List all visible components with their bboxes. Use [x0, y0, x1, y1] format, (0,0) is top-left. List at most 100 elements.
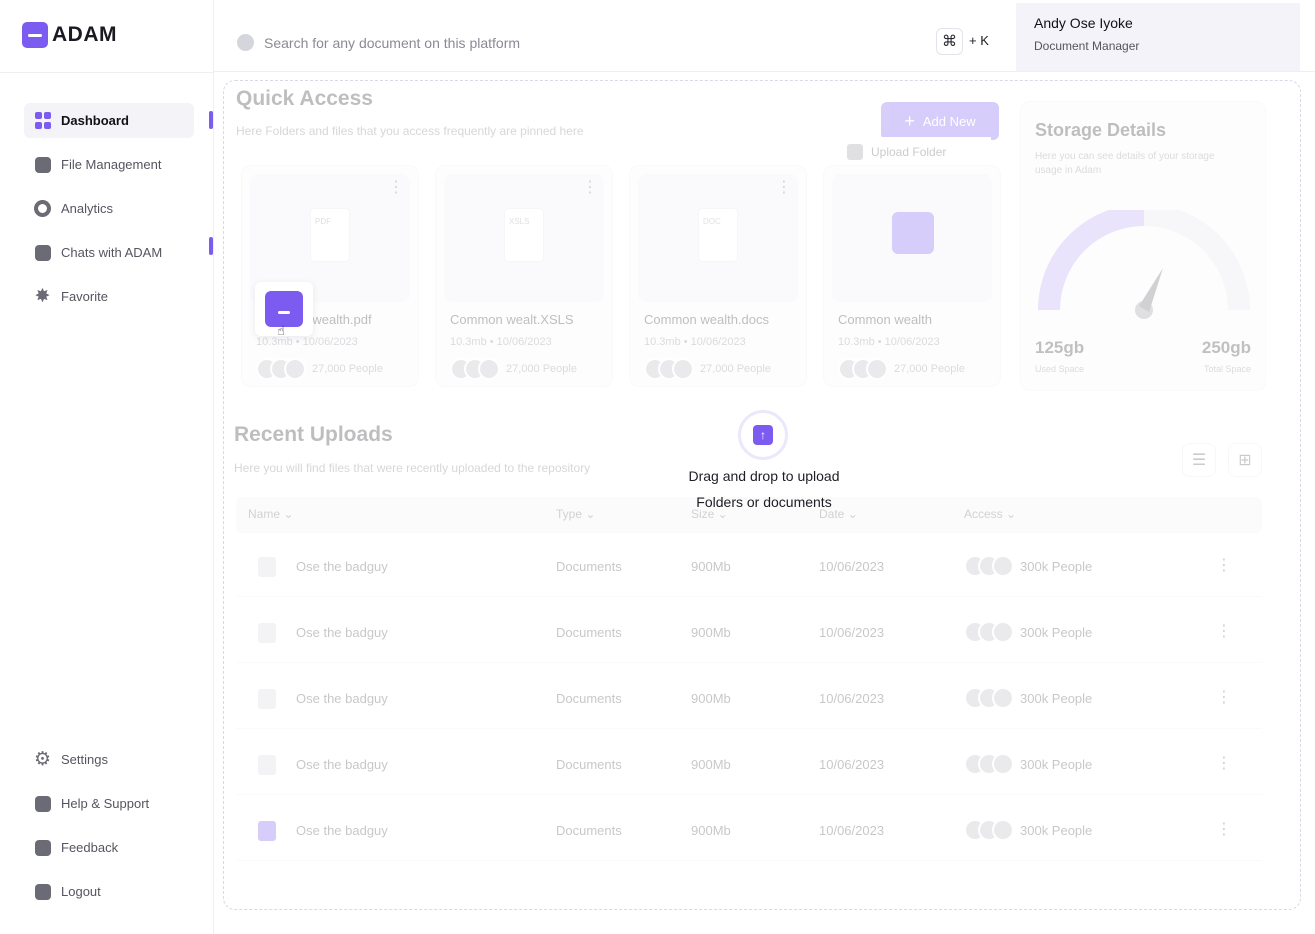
- add-new-button[interactable]: + Add New: [881, 102, 999, 140]
- table-row[interactable]: Ose the badguy Documents 900Mb 10/06/202…: [236, 735, 1262, 795]
- sidebar-item-file-management[interactable]: File Management: [24, 147, 194, 182]
- avatar: [992, 753, 1014, 775]
- row-size: 900Mb: [691, 625, 731, 640]
- logo[interactable]: ADAM: [22, 22, 117, 48]
- row-size: 900Mb: [691, 823, 731, 838]
- folder-icon: [258, 821, 276, 841]
- row-date: 10/06/2023: [819, 757, 885, 772]
- row-type: Documents: [556, 559, 622, 574]
- more-options-icon[interactable]: ⋮: [388, 180, 404, 196]
- recent-uploads-title: Recent Uploads: [234, 423, 393, 446]
- row-type: Documents: [556, 625, 622, 640]
- table-row[interactable]: Ose the badguy Documents 900Mb 10/06/202…: [236, 537, 1262, 597]
- row-size: 900Mb: [691, 691, 731, 706]
- search-input[interactable]: [264, 30, 864, 56]
- shared-avatars: 27,000 People: [256, 358, 383, 380]
- column-access[interactable]: Access ⌄: [964, 507, 1016, 521]
- quick-access-title: Quick Access: [236, 87, 373, 110]
- row-size: 900Mb: [691, 757, 731, 772]
- sidebar-item-settings[interactable]: ⚙ Settings: [24, 742, 194, 777]
- row-date: 10/06/2023: [819, 625, 885, 640]
- command-key-icon: ⌘: [936, 28, 963, 55]
- list-icon: ☰: [1191, 452, 1207, 469]
- pdf-file-icon: PDF: [310, 208, 350, 262]
- sidebar-item-dashboard[interactable]: Dashboard: [24, 103, 194, 138]
- upload-icon: ↑: [753, 425, 773, 445]
- row-name: Ose the badguy: [296, 691, 388, 706]
- column-name[interactable]: Name ⌄: [248, 507, 293, 521]
- analytics-icon: [34, 200, 51, 217]
- table-row[interactable]: Ose the badguy Documents 900Mb 10/06/202…: [236, 603, 1262, 663]
- avatar: [284, 358, 306, 380]
- user-name: Andy Ose Iyoke: [1034, 15, 1133, 31]
- drop-zone[interactable]: Quick Access Here Folders and files that…: [223, 80, 1301, 910]
- user-profile[interactable]: Andy Ose Iyoke Document Manager: [1016, 3, 1300, 71]
- sidebar-item-label: Dashboard: [61, 113, 129, 128]
- sidebar-divider: [0, 72, 214, 73]
- card-file-meta: 10.3mb • 10/06/2023: [644, 336, 746, 348]
- more-options-icon[interactable]: ⋮: [776, 180, 792, 196]
- card-file-meta: 10.3mb • 10/06/2023: [838, 336, 940, 348]
- avatar: [992, 555, 1014, 577]
- chat-bot-icon: [34, 244, 51, 261]
- row-access-avatars: 300k People: [964, 555, 1092, 577]
- document-icon: [258, 689, 276, 709]
- card-file-meta: 10.3mb • 10/06/2023: [256, 336, 358, 348]
- star-icon: ✸: [34, 286, 51, 307]
- help-icon: [34, 795, 51, 812]
- table-row[interactable]: Ose the badguy Documents 900Mb 10/06/202…: [236, 801, 1262, 861]
- table-row[interactable]: Ose the badguy Documents 900Mb 10/06/202…: [236, 669, 1262, 729]
- shared-avatars: 27,000 People: [838, 358, 965, 380]
- column-type[interactable]: Type ⌄: [556, 507, 595, 521]
- quick-access-card[interactable]: DOC ⋮ Common wealth.docs 10.3mb • 10/06/…: [629, 165, 807, 387]
- add-new-label: Add New: [922, 113, 976, 129]
- sidebar-item-label: Settings: [61, 752, 108, 767]
- avatar: [992, 819, 1014, 841]
- sidebar-item-analytics[interactable]: Analytics: [24, 191, 194, 226]
- more-options-icon[interactable]: ⋮: [1216, 687, 1232, 707]
- sidebar-item-label: Favorite: [61, 289, 108, 304]
- more-options-icon[interactable]: ⋮: [1216, 621, 1232, 641]
- recent-uploads-subtitle: Here you will find files that were recen…: [234, 461, 591, 475]
- more-options-icon[interactable]: ⋮: [582, 180, 598, 196]
- row-access-avatars: 300k People: [964, 621, 1092, 643]
- sidebar-item-label: Analytics: [61, 201, 114, 216]
- row-access-avatars: 300k People: [964, 819, 1092, 841]
- grid-view-button[interactable]: ⊞: [1228, 443, 1262, 477]
- row-access: 300k People: [1020, 822, 1093, 838]
- adam-logo-icon: [22, 22, 48, 48]
- app-name: ADAM: [52, 23, 117, 46]
- sidebar-item-logout[interactable]: Logout: [24, 874, 194, 909]
- spreadsheet-file-icon: XSLS: [504, 208, 544, 262]
- row-type: Documents: [556, 691, 622, 706]
- shared-count: 27,000 People: [312, 363, 383, 375]
- used-space-value: 125gb: [1035, 338, 1085, 357]
- storage-title: Storage Details: [1035, 120, 1167, 140]
- list-view-button[interactable]: ☰: [1182, 443, 1216, 477]
- sidebar-item-favorite[interactable]: ✸ Favorite: [24, 279, 194, 314]
- row-access-avatars: 300k People: [964, 753, 1092, 775]
- feedback-icon: [34, 839, 51, 856]
- row-access: 300k People: [1020, 624, 1093, 640]
- sidebar-item-help-support[interactable]: Help & Support: [24, 786, 194, 821]
- card-thumbnail: XSLS: [444, 174, 604, 302]
- quick-access-card[interactable]: Common wealth 10.3mb • 10/06/2023 27,000…: [823, 165, 1001, 387]
- sidebar-item-feedback[interactable]: Feedback: [24, 830, 194, 865]
- shared-count: 27,000 People: [506, 363, 577, 375]
- gear-icon: ⚙: [33, 749, 52, 770]
- upload-folder-option[interactable]: Upload Folder: [841, 137, 991, 167]
- more-options-icon[interactable]: ⋮: [1216, 555, 1232, 575]
- sidebar-item-chats-with-adam[interactable]: Chats with ADAM: [24, 235, 194, 270]
- avatar: [992, 621, 1014, 643]
- quick-access-card[interactable]: PDF ⋮ Common wealth.pdf 10.3mb • 10/06/2…: [241, 165, 419, 387]
- row-name: Ose the badguy: [296, 757, 388, 772]
- sidebar-item-label: File Management: [61, 157, 162, 172]
- more-options-icon[interactable]: ⋮: [1216, 819, 1232, 839]
- total-space-value: 250gb: [1201, 338, 1251, 357]
- quick-access-card[interactable]: XSLS ⋮ Common wealt.XSLS 10.3mb • 10/06/…: [435, 165, 613, 387]
- user-role: Document Manager: [1034, 39, 1140, 53]
- main-nav: Dashboard File Management Analytics Chat…: [24, 103, 194, 323]
- document-icon: [258, 557, 276, 577]
- more-options-icon[interactable]: ⋮: [1216, 753, 1232, 773]
- card-file-name: Common wealth: [838, 312, 932, 327]
